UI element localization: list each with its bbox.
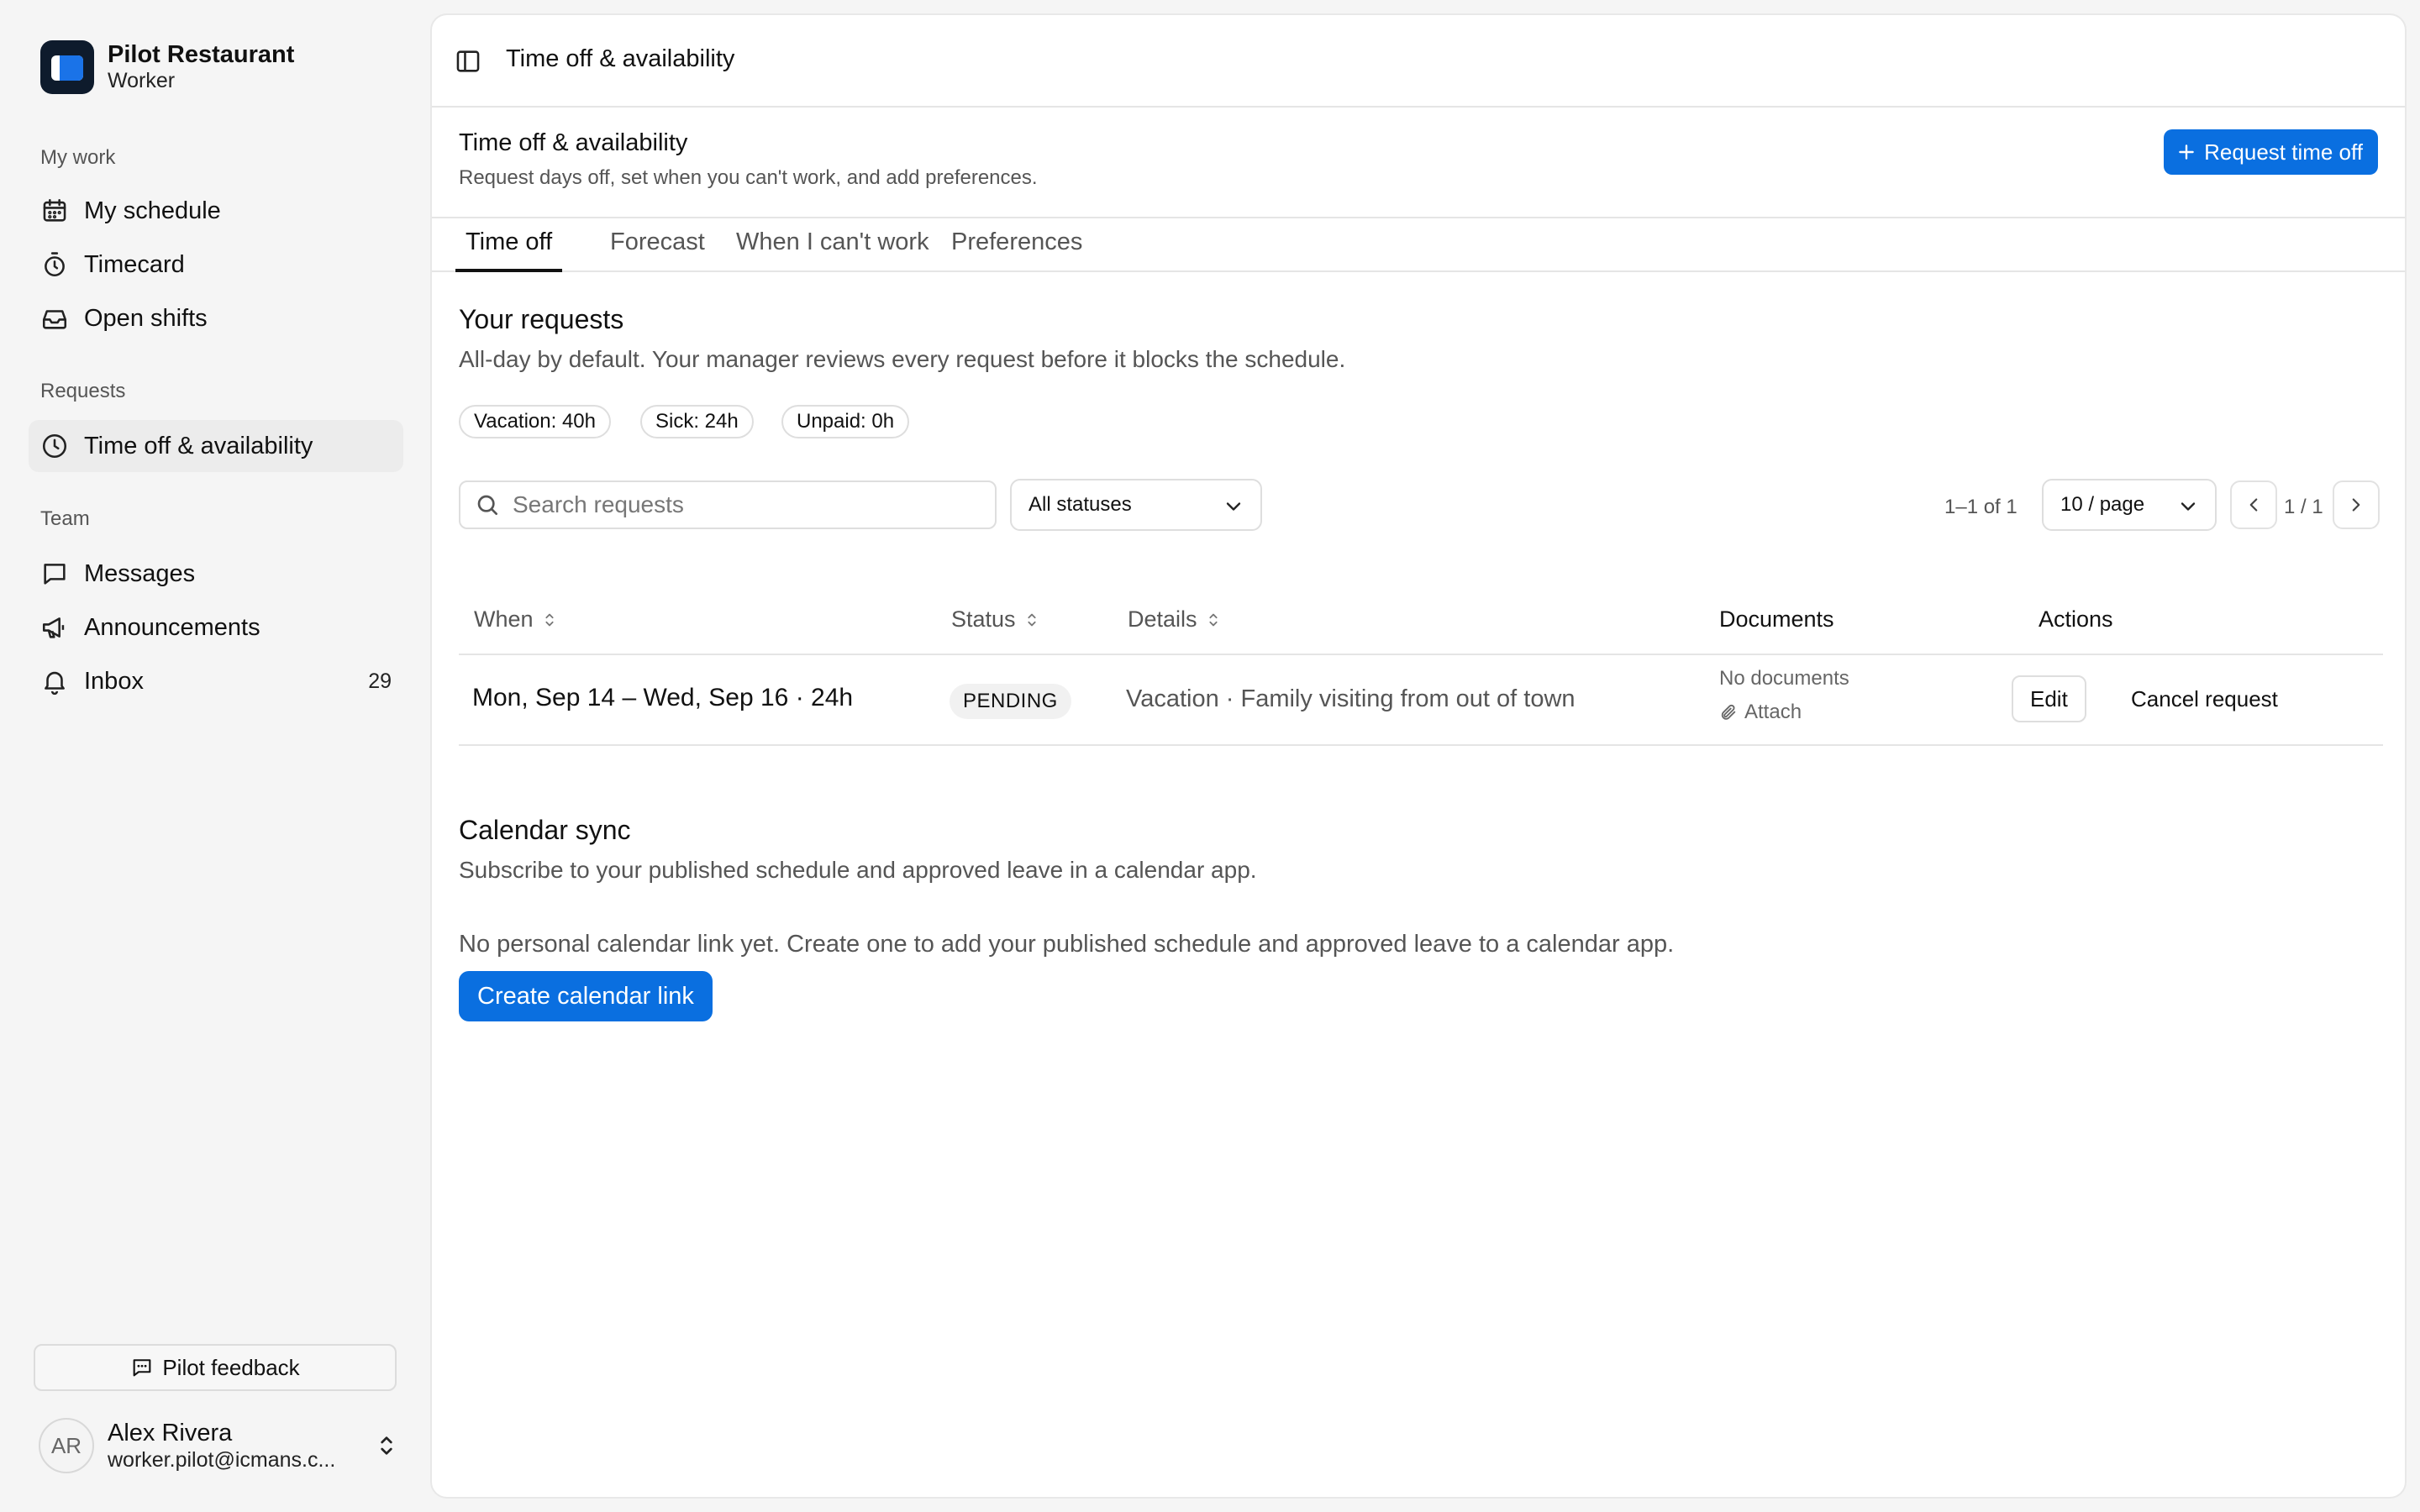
create-calendar-link-button[interactable]: Create calendar link — [459, 971, 713, 1021]
requests-description: All-day by default. Your manager reviews… — [459, 346, 1346, 372]
calendar-icon — [40, 197, 69, 225]
megaphone-icon — [40, 613, 69, 642]
status-filter-value: All statuses — [1028, 493, 1132, 516]
request-details: Vacation · Family visiting from out of t… — [1126, 685, 1576, 712]
page-header: Time off & availability Request days off… — [432, 108, 2405, 218]
search-icon — [474, 491, 501, 518]
section-label-team: Team — [40, 507, 90, 530]
stopwatch-icon — [40, 250, 69, 279]
app-root: Pilot Restaurant Worker My work My sched… — [0, 0, 2420, 1512]
attach-link[interactable]: Attach — [1719, 701, 1802, 724]
clock-icon — [40, 432, 69, 460]
sidebar-item-open-shifts[interactable]: Open shifts — [29, 292, 403, 344]
search-field[interactable] — [459, 480, 997, 529]
column-header-actions: Actions — [2039, 606, 2113, 632]
column-header-documents: Documents — [1719, 606, 1834, 632]
documents-empty-text: No documents — [1719, 667, 1849, 690]
sidebar-item-my-schedule[interactable]: My schedule — [29, 185, 403, 237]
user-email: worker.pilot@icmans.c... — [108, 1448, 336, 1473]
sidebar-item-label: Open shifts — [84, 304, 208, 332]
tab-bar: Time off Forecast When I can't work Pref… — [432, 218, 2405, 272]
page-title: Time off & availability — [459, 129, 688, 156]
requests-title: Your requests — [459, 304, 624, 334]
inbox-tray-icon — [40, 304, 69, 333]
brand-name: Pilot Restaurant — [108, 40, 295, 68]
sidebar-item-timecard[interactable]: Timecard — [29, 239, 403, 291]
column-header-details[interactable]: Details — [1128, 606, 1223, 633]
brand-logo — [40, 40, 94, 94]
sidebar-item-label: Timecard — [84, 250, 185, 278]
status-badge: PENDING — [950, 684, 1071, 719]
main-panel: Time off & availability Time off & avail… — [430, 13, 2407, 1499]
section-label-my-work: My work — [40, 146, 116, 169]
sidebar-item-label: Messages — [84, 559, 196, 587]
edit-request-button[interactable]: Edit — [2012, 675, 2086, 722]
sidebar-item-inbox[interactable]: Inbox 29 — [29, 655, 403, 707]
sidebar-item-label: Announcements — [84, 613, 260, 641]
column-header-status[interactable]: Status — [951, 606, 1041, 633]
request-dates: Mon, Sep 14 – Wed, Sep 16 · 24h — [472, 684, 854, 711]
sidebar: Pilot Restaurant Worker My work My sched… — [0, 0, 429, 1512]
sort-icon — [1204, 611, 1223, 629]
cancel-request-button[interactable]: Cancel request — [2121, 675, 2288, 722]
search-input[interactable] — [513, 491, 983, 518]
attach-label: Attach — [1744, 701, 1802, 723]
balance-chip-vacation: Vacation: 40h — [459, 405, 611, 438]
table-header: When Status Details Documents Actions — [459, 586, 2383, 655]
message-icon — [40, 559, 69, 588]
sidebar-item-announcements[interactable]: Announcements — [29, 601, 403, 654]
chevron-left-icon — [2243, 494, 2265, 516]
page-subtitle: Request days off, set when you can't wor… — [459, 166, 1038, 189]
calendar-sync-description: Subscribe to your published schedule and… — [459, 857, 1257, 883]
table-row: Mon, Sep 14 – Wed, Sep 16 · 24h PENDING … — [459, 655, 2383, 746]
request-time-off-label: Request time off — [2204, 139, 2363, 165]
pilot-feedback-button[interactable]: Pilot feedback — [34, 1344, 397, 1391]
sidebar-item-time-off[interactable]: Time off & availability — [29, 420, 403, 472]
topbar: Time off & availability — [432, 15, 2405, 108]
balance-chip-sick: Sick: 24h — [640, 405, 754, 438]
page-indicator: 1 / 1 — [2284, 496, 2323, 518]
section-label-requests: Requests — [40, 380, 126, 402]
workspace-switcher[interactable]: Pilot Restaurant Worker — [40, 40, 294, 94]
chevron-right-icon — [2345, 494, 2367, 516]
bell-icon — [40, 667, 69, 696]
chevron-up-down-icon — [373, 1432, 400, 1459]
paperclip-icon — [1719, 703, 1738, 722]
tab-time-off[interactable]: Time off — [455, 228, 563, 272]
column-header-when[interactable]: When — [474, 606, 559, 633]
prev-page-button[interactable] — [2230, 480, 2277, 529]
tab-forecast[interactable]: Forecast — [600, 228, 715, 272]
request-time-off-button[interactable]: Request time off — [2164, 129, 2378, 175]
status-filter-select[interactable]: All statuses — [1010, 479, 1262, 531]
inbox-count-badge: 29 — [368, 669, 392, 693]
user-name: Alex Rivera — [108, 1419, 233, 1446]
calendar-empty-text: No personal calendar link yet. Create on… — [459, 931, 1675, 958]
sort-icon — [1023, 611, 1041, 629]
next-page-button[interactable] — [2333, 480, 2380, 529]
brand-role: Worker — [108, 69, 176, 93]
feedback-icon — [130, 1356, 154, 1379]
chevron-down-icon — [1222, 495, 1245, 518]
plus-icon — [2175, 141, 2197, 163]
sidebar-item-label: My schedule — [84, 197, 221, 224]
sort-icon — [540, 611, 559, 629]
breadcrumb: Time off & availability — [506, 45, 735, 72]
result-range: 1–1 of 1 — [1944, 496, 2018, 518]
page-size-select[interactable]: 10 / page — [2042, 479, 2217, 531]
sidebar-item-label: Time off & availability — [84, 432, 313, 459]
chevron-down-icon — [2176, 495, 2200, 518]
pilot-feedback-label: Pilot feedback — [162, 1354, 300, 1380]
balance-chip-unpaid: Unpaid: 0h — [781, 405, 910, 438]
tab-preferences[interactable]: Preferences — [941, 228, 1092, 272]
sidebar-toggle-icon[interactable] — [454, 47, 482, 76]
sidebar-item-label: Inbox — [84, 667, 144, 695]
page-size-value: 10 / page — [2060, 493, 2145, 516]
tab-when-i-cant-work[interactable]: When I can't work — [726, 228, 939, 272]
user-menu[interactable]: AR Alex Rivera worker.pilot@icmans.c... — [39, 1418, 400, 1473]
avatar: AR — [39, 1418, 94, 1473]
calendar-sync-title: Calendar sync — [459, 815, 631, 845]
sidebar-item-messages[interactable]: Messages — [29, 548, 403, 600]
